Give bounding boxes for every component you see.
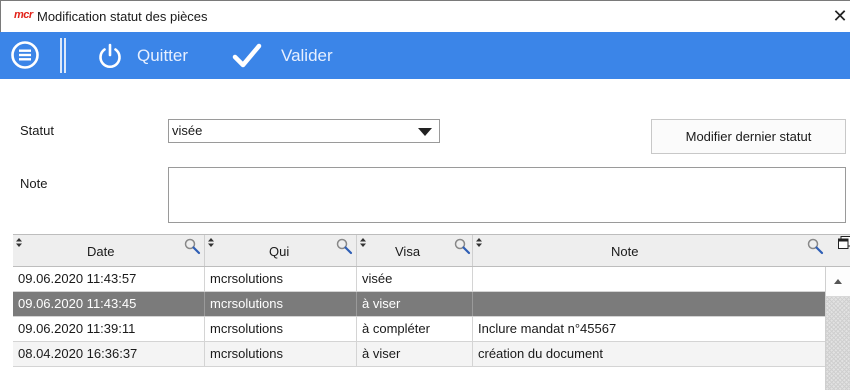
cell-visa: à viser — [357, 292, 473, 316]
table-row[interactable]: 09.06.2020 11:43:57 mcrsolutions visée — [13, 267, 825, 292]
column-header-label: Visa — [395, 244, 421, 259]
scroll-up-button[interactable] — [826, 267, 850, 297]
column-header-visa[interactable]: Visa — [357, 235, 473, 266]
toolbar-separator — [60, 38, 66, 73]
cell-date: 09.06.2020 11:39:11 — [13, 317, 205, 341]
modify-last-status-button[interactable]: Modifier dernier statut — [651, 119, 846, 154]
cell-note — [473, 267, 825, 291]
cell-date: 09.06.2020 11:43:45 — [13, 292, 205, 316]
validate-button[interactable]: Valider — [232, 41, 333, 71]
sort-icon[interactable] — [16, 238, 22, 247]
quit-label: Quitter — [137, 46, 189, 65]
search-icon[interactable] — [183, 237, 203, 257]
toolbar: Quitter Valider — [0, 32, 850, 79]
grid-body: 09.06.2020 11:43:57 mcrsolutions visée 0… — [13, 267, 825, 390]
checkmark-icon — [232, 43, 262, 68]
table-row[interactable]: 08.04.2020 16:36:37 mcrsolutions à viser… — [13, 342, 825, 367]
status-value: visée — [172, 123, 203, 138]
table-row[interactable]: 09.06.2020 11:43:45 mcrsolutions à viser — [13, 292, 825, 317]
search-icon[interactable] — [806, 237, 826, 257]
power-icon — [99, 43, 121, 68]
title-bar: mcr Modification statut des pièces ✕ — [0, 0, 850, 32]
app-logo: mcr — [14, 9, 33, 21]
cell-note — [473, 292, 825, 316]
cell-note: Inclure mandat n°45567 — [478, 321, 617, 336]
grid-header: Date Qui Visa Note — [13, 235, 850, 267]
note-label: Note — [20, 176, 48, 191]
cell-date: 08.04.2020 16:36:37 — [13, 342, 205, 366]
cell-date: 09.06.2020 11:43:57 — [13, 267, 205, 291]
status-history-grid: Date Qui Visa Note 09.06.2020 11:43:57 m… — [13, 234, 850, 390]
column-header-label: Date — [87, 244, 115, 259]
column-header-qui[interactable]: Qui — [205, 235, 357, 266]
validate-label: Valider — [281, 46, 333, 65]
sort-icon[interactable] — [360, 238, 366, 247]
close-icon[interactable]: ✕ — [830, 3, 850, 29]
status-label: Statut — [20, 123, 54, 138]
cell-note: création du document — [478, 346, 604, 361]
sort-icon[interactable] — [208, 238, 214, 247]
search-icon[interactable] — [453, 237, 473, 257]
column-header-date[interactable]: Date — [13, 235, 205, 266]
sort-icon[interactable] — [476, 238, 482, 247]
column-header-label: Qui — [269, 244, 290, 259]
cell-qui: mcrsolutions — [205, 342, 357, 366]
cell-qui: mcrsolutions — [205, 292, 357, 316]
quit-button[interactable]: Quitter — [96, 41, 188, 71]
column-chooser-icon[interactable] — [838, 236, 850, 249]
window-title: Modification statut des pièces — [37, 9, 208, 24]
note-field[interactable] — [168, 167, 846, 223]
menu-button[interactable] — [10, 40, 40, 70]
cell-visa: à compléter — [357, 317, 473, 341]
column-header-note[interactable]: Note — [473, 235, 850, 266]
status-select[interactable]: visée — [168, 119, 440, 143]
hamburger-menu-icon — [11, 41, 39, 69]
vertical-scrollbar[interactable] — [825, 267, 850, 390]
cell-qui: mcrsolutions — [205, 317, 357, 341]
search-icon[interactable] — [335, 237, 355, 257]
cell-visa: à viser — [357, 342, 473, 366]
table-row[interactable]: 09.06.2020 11:39:11 mcrsolutions à compl… — [13, 317, 825, 342]
column-header-label: Note — [611, 244, 639, 259]
cell-qui: mcrsolutions — [205, 267, 357, 291]
arrow-up-icon — [834, 279, 842, 284]
cell-visa: visée — [357, 267, 473, 291]
chevron-down-icon[interactable] — [418, 128, 432, 136]
